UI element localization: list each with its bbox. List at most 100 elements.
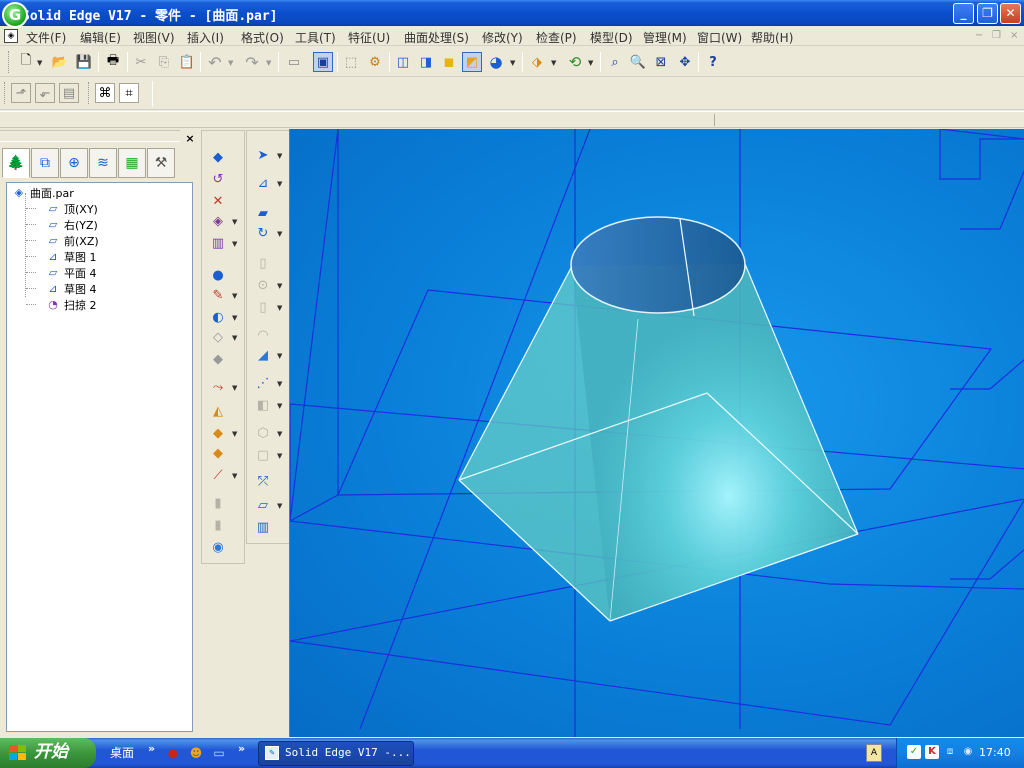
- blend-icon[interactable]: ◉: [208, 537, 228, 557]
- shell-dropdown-arrow[interactable]: ▼: [277, 452, 282, 460]
- render-dropdown-arrow[interactable]: ▼: [510, 59, 515, 67]
- toolbar-grip[interactable]: [8, 51, 11, 73]
- paste-icon[interactable]: 📋: [177, 52, 197, 72]
- title-bar[interactable]: G Solid Edge V17 - 零件 - [曲面.par] _ ❐ ✕: [0, 0, 1024, 28]
- antivirus-icon[interactable]: K: [925, 745, 939, 759]
- minimize-button[interactable]: _: [953, 3, 974, 24]
- delete-face-icon[interactable]: ▮: [208, 515, 228, 535]
- stitch-dropdown-arrow[interactable]: ▼: [232, 430, 237, 438]
- tree-item-sweep-2[interactable]: ◔ 扫掠 2: [45, 297, 96, 313]
- mdi-restore-button[interactable]: ❐: [992, 30, 1001, 41]
- tree-item-front-plane[interactable]: ▱ 前(XZ): [45, 233, 99, 249]
- select-mode-icon[interactable]: ▣: [313, 52, 333, 72]
- menu-modify[interactable]: 修改(Y): [482, 29, 523, 46]
- sweep-surface-icon[interactable]: ✕: [208, 191, 228, 211]
- extrude-surface-icon[interactable]: ◆: [208, 147, 228, 167]
- redo-dropdown-arrow[interactable]: ▼: [266, 59, 271, 67]
- desktop-chevron-icon[interactable]: »: [148, 742, 155, 755]
- hole-icon[interactable]: ⊙: [253, 275, 273, 295]
- sketch-tool-dropdown-arrow[interactable]: ▼: [277, 180, 282, 188]
- bounded-surface-icon[interactable]: ▥: [208, 233, 228, 253]
- family-tab-icon[interactable]: ≋: [89, 148, 117, 178]
- mdi-close-button[interactable]: ×: [1010, 30, 1018, 41]
- thin-wall-icon[interactable]: ⬡: [253, 423, 273, 443]
- messenger-icon[interactable]: ☻: [187, 744, 205, 762]
- shaded-edges-icon[interactable]: ◩: [462, 52, 482, 72]
- iso-view-icon[interactable]: ◫: [393, 52, 413, 72]
- network-icon[interactable]: ⧈: [943, 745, 957, 759]
- revolved-protrusion-icon[interactable]: ↻: [253, 223, 273, 243]
- pattern-icon[interactable]: ⋰: [253, 373, 273, 393]
- quicklaunch-chevron-icon[interactable]: »: [238, 742, 245, 755]
- volume-icon[interactable]: ◉: [961, 745, 975, 759]
- menu-help[interactable]: 帮助(H): [751, 29, 793, 46]
- mdi-minimize-button[interactable]: −: [975, 30, 983, 41]
- help-whats-this-icon[interactable]: ?: [703, 52, 723, 72]
- layers-tab-icon[interactable]: ⊕: [60, 148, 88, 178]
- menu-surfacing[interactable]: 曲面处理(S): [404, 29, 469, 46]
- revolve-surface-icon[interactable]: ↺: [208, 169, 228, 189]
- offset-surface-icon[interactable]: ◐: [208, 307, 228, 327]
- select-arrow-dropdown-arrow[interactable]: ▼: [277, 152, 282, 160]
- extend-surface-dropdown-arrow[interactable]: ▼: [232, 384, 237, 392]
- curve-dropdown-arrow[interactable]: ▼: [232, 292, 237, 300]
- point-icon[interactable]: ●: [208, 265, 228, 285]
- feature-next-icon[interactable]: ⬐: [35, 83, 55, 103]
- language-bar-icon[interactable]: A: [866, 744, 882, 762]
- menu-view[interactable]: 视图(V): [133, 29, 175, 46]
- render-sphere-icon[interactable]: ◕: [486, 52, 506, 72]
- split-icon[interactable]: ◭: [208, 401, 228, 421]
- edgebar-close-button[interactable]: ×: [184, 133, 196, 145]
- copy-surface-icon[interactable]: ◇: [208, 327, 228, 347]
- document-icon[interactable]: ◈: [4, 29, 18, 43]
- orient-dropdown-arrow[interactable]: ▼: [551, 59, 556, 67]
- tree-item-right-plane[interactable]: ▱ 右(YZ): [45, 217, 98, 233]
- feature-list-icon[interactable]: ▤: [59, 83, 79, 103]
- loft-surface-dropdown-arrow[interactable]: ▼: [232, 218, 237, 226]
- construction-icon[interactable]: ⤱: [253, 471, 273, 491]
- 3d-viewport[interactable]: [289, 129, 1024, 737]
- bounded-surface-dropdown-arrow[interactable]: ▼: [232, 240, 237, 248]
- replace-face-icon[interactable]: ▮: [208, 493, 228, 513]
- offset-surface-dropdown-arrow[interactable]: ▼: [232, 314, 237, 322]
- intersection-icon[interactable]: ⟋: [208, 465, 228, 485]
- section-icon[interactable]: ⚙: [365, 52, 385, 72]
- restore-button[interactable]: ❐: [977, 3, 998, 24]
- blue-surface-dropdown-arrow[interactable]: ▼: [277, 352, 282, 360]
- tree-item-top-plane[interactable]: ▱ 顶(XY): [45, 201, 98, 217]
- app-logo-icon[interactable]: G: [2, 2, 28, 28]
- mirror-icon[interactable]: ◧: [253, 395, 273, 415]
- trim-surface-icon[interactable]: ◆: [208, 349, 228, 369]
- start-button[interactable]: 开始: [0, 738, 96, 768]
- shell-icon[interactable]: ▢: [253, 445, 273, 465]
- copy-surface-dropdown-arrow[interactable]: ▼: [232, 334, 237, 342]
- loft-surface-model[interactable]: [458, 216, 859, 622]
- feature-tree-tab-icon[interactable]: 🌲: [2, 148, 30, 178]
- sketch-tool-icon[interactable]: ⊿: [253, 173, 273, 193]
- close-button[interactable]: ✕: [1000, 3, 1021, 24]
- mirror-dropdown-arrow[interactable]: ▼: [277, 402, 282, 410]
- print-icon[interactable]: 🖶: [103, 52, 123, 72]
- show-desktop-icon[interactable]: ▭: [210, 744, 228, 762]
- rotate-icon[interactable]: ⟲: [565, 52, 585, 72]
- blue-surface-icon[interactable]: ◢: [253, 345, 273, 365]
- zoom-area-icon[interactable]: ⌕: [605, 52, 625, 72]
- revolved-protrusion-dropdown-arrow[interactable]: ▼: [277, 230, 282, 238]
- menu-tools[interactable]: 工具(T): [295, 29, 336, 46]
- new-window-icon[interactable]: ▭: [284, 52, 304, 72]
- pan-icon[interactable]: ✥: [675, 52, 695, 72]
- curve-icon[interactable]: ✎: [208, 285, 228, 305]
- properties-tab-icon[interactable]: ⚒: [147, 148, 175, 178]
- part-copy-icon[interactable]: ▥: [253, 517, 273, 537]
- undo-icon[interactable]: ↶: [205, 52, 225, 72]
- fit-icon[interactable]: ⊠: [651, 52, 671, 72]
- plane-tool-dropdown-arrow[interactable]: ▼: [277, 502, 282, 510]
- menu-features[interactable]: 特征(U): [348, 29, 390, 46]
- menu-inspect[interactable]: 检查(P): [536, 29, 577, 46]
- pattern-dropdown-arrow[interactable]: ▼: [277, 380, 282, 388]
- view-cube-icon[interactable]: ◨: [416, 52, 436, 72]
- plane-tool-icon[interactable]: ▱: [253, 495, 273, 515]
- menu-manage[interactable]: 管理(M): [643, 29, 687, 46]
- new-dropdown-arrow[interactable]: ▼: [37, 59, 42, 67]
- toolbar-grip[interactable]: [4, 82, 7, 104]
